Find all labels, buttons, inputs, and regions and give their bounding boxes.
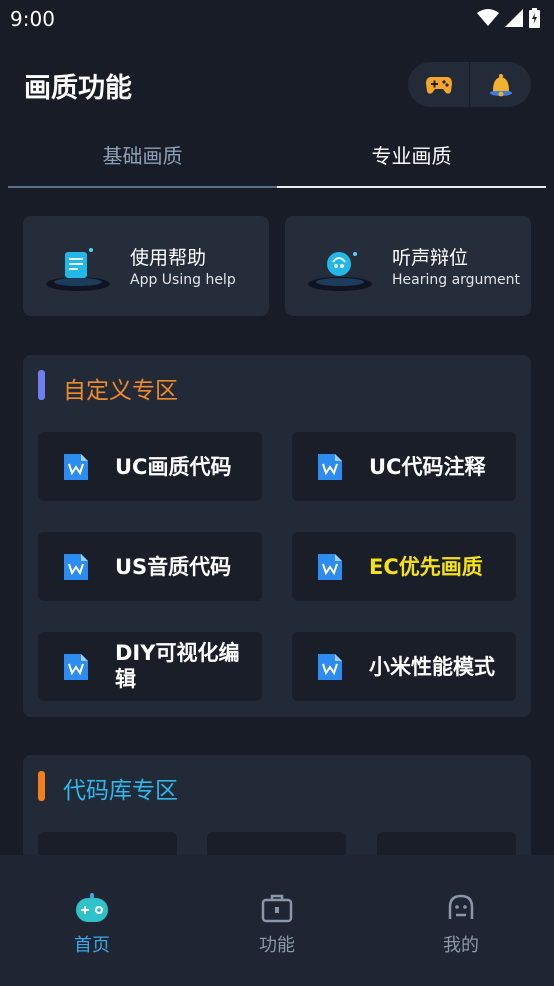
page-title: 画质功能 [24, 73, 132, 104]
nav-label: 功能 [259, 935, 295, 956]
help-card-subtitle: Hearing argument [392, 272, 521, 288]
gamepad-button[interactable] [408, 62, 469, 107]
nav-label: 首页 [74, 935, 110, 956]
document-help-icon [46, 248, 110, 291]
document-icon [318, 454, 342, 480]
notification-button[interactable] [470, 62, 531, 107]
document-icon [318, 654, 342, 680]
document-icon [64, 554, 88, 580]
document-icon [64, 654, 88, 680]
profile-icon [448, 894, 474, 919]
feature-uc-code-notes[interactable]: UC代码注释 [292, 432, 516, 501]
feature-uc-quality-code[interactable]: UC画质代码 [38, 432, 262, 501]
section-accent-bar [38, 771, 45, 801]
nav-profile[interactable]: 我的 [401, 893, 521, 957]
header-actions [408, 62, 531, 107]
hearing-icon [308, 252, 372, 291]
feature-xiaomi-performance[interactable]: 小米性能模式 [292, 632, 516, 701]
tab-basic-quality[interactable]: 基础画质 [8, 128, 277, 188]
battery-icon [529, 8, 540, 28]
tab-pro-quality[interactable]: 专业画质 [277, 128, 546, 188]
briefcase-icon [261, 894, 293, 923]
feature-label: EC优先画质 [369, 555, 483, 579]
help-card-title: 使用帮助 [130, 247, 207, 269]
bell-icon [489, 73, 512, 96]
tab-underline [8, 186, 277, 188]
document-icon [318, 554, 342, 580]
custom-section: 自定义专区 UC画质代码 UC代码注释 US音质代码 EC优先画质 DIY可视化… [23, 355, 531, 717]
feature-label: 小米性能模式 [369, 655, 495, 679]
nav-features[interactable]: 功能 [217, 893, 337, 957]
feature-label: US音质代码 [115, 555, 232, 579]
wifi-icon [477, 9, 499, 26]
feature-label: UC画质代码 [115, 455, 232, 479]
feature-diy-visual-edit[interactable]: DIY可视化编辑 [38, 632, 262, 701]
help-card-usage[interactable]: 使用帮助 App Using help [23, 216, 269, 316]
signal-icon [505, 9, 523, 27]
tab-label: 基础画质 [102, 144, 183, 168]
gamepad-home-icon [76, 893, 108, 922]
feature-label: DIY可视化编辑 [115, 641, 240, 691]
feature-us-audio-code[interactable]: US音质代码 [38, 532, 262, 601]
status-bar: 9:00 [0, 0, 554, 38]
status-time: 9:00 [10, 7, 55, 31]
section-accent-bar [38, 370, 45, 400]
section-title: 代码库专区 [63, 778, 178, 804]
tab-label: 专业画质 [371, 144, 452, 168]
section-title: 自定义专区 [63, 378, 178, 404]
help-card-hearing[interactable]: 听声辩位 Hearing argument [285, 216, 531, 316]
status-icons [477, 8, 540, 28]
nav-home[interactable]: 首页 [32, 893, 152, 957]
nav-label: 我的 [443, 935, 479, 956]
feature-label: UC代码注释 [369, 455, 486, 479]
help-card-title: 听声辩位 [392, 247, 469, 269]
feature-ec-priority-quality[interactable]: EC优先画质 [292, 532, 516, 601]
bottom-navigation: 首页 功能 我的 [0, 855, 554, 986]
help-card-subtitle: App Using help [130, 272, 236, 288]
gamepad-icon [425, 76, 452, 94]
document-icon [64, 454, 88, 480]
quality-tabs: 基础画质 专业画质 [8, 128, 546, 188]
tab-underline [277, 186, 546, 188]
